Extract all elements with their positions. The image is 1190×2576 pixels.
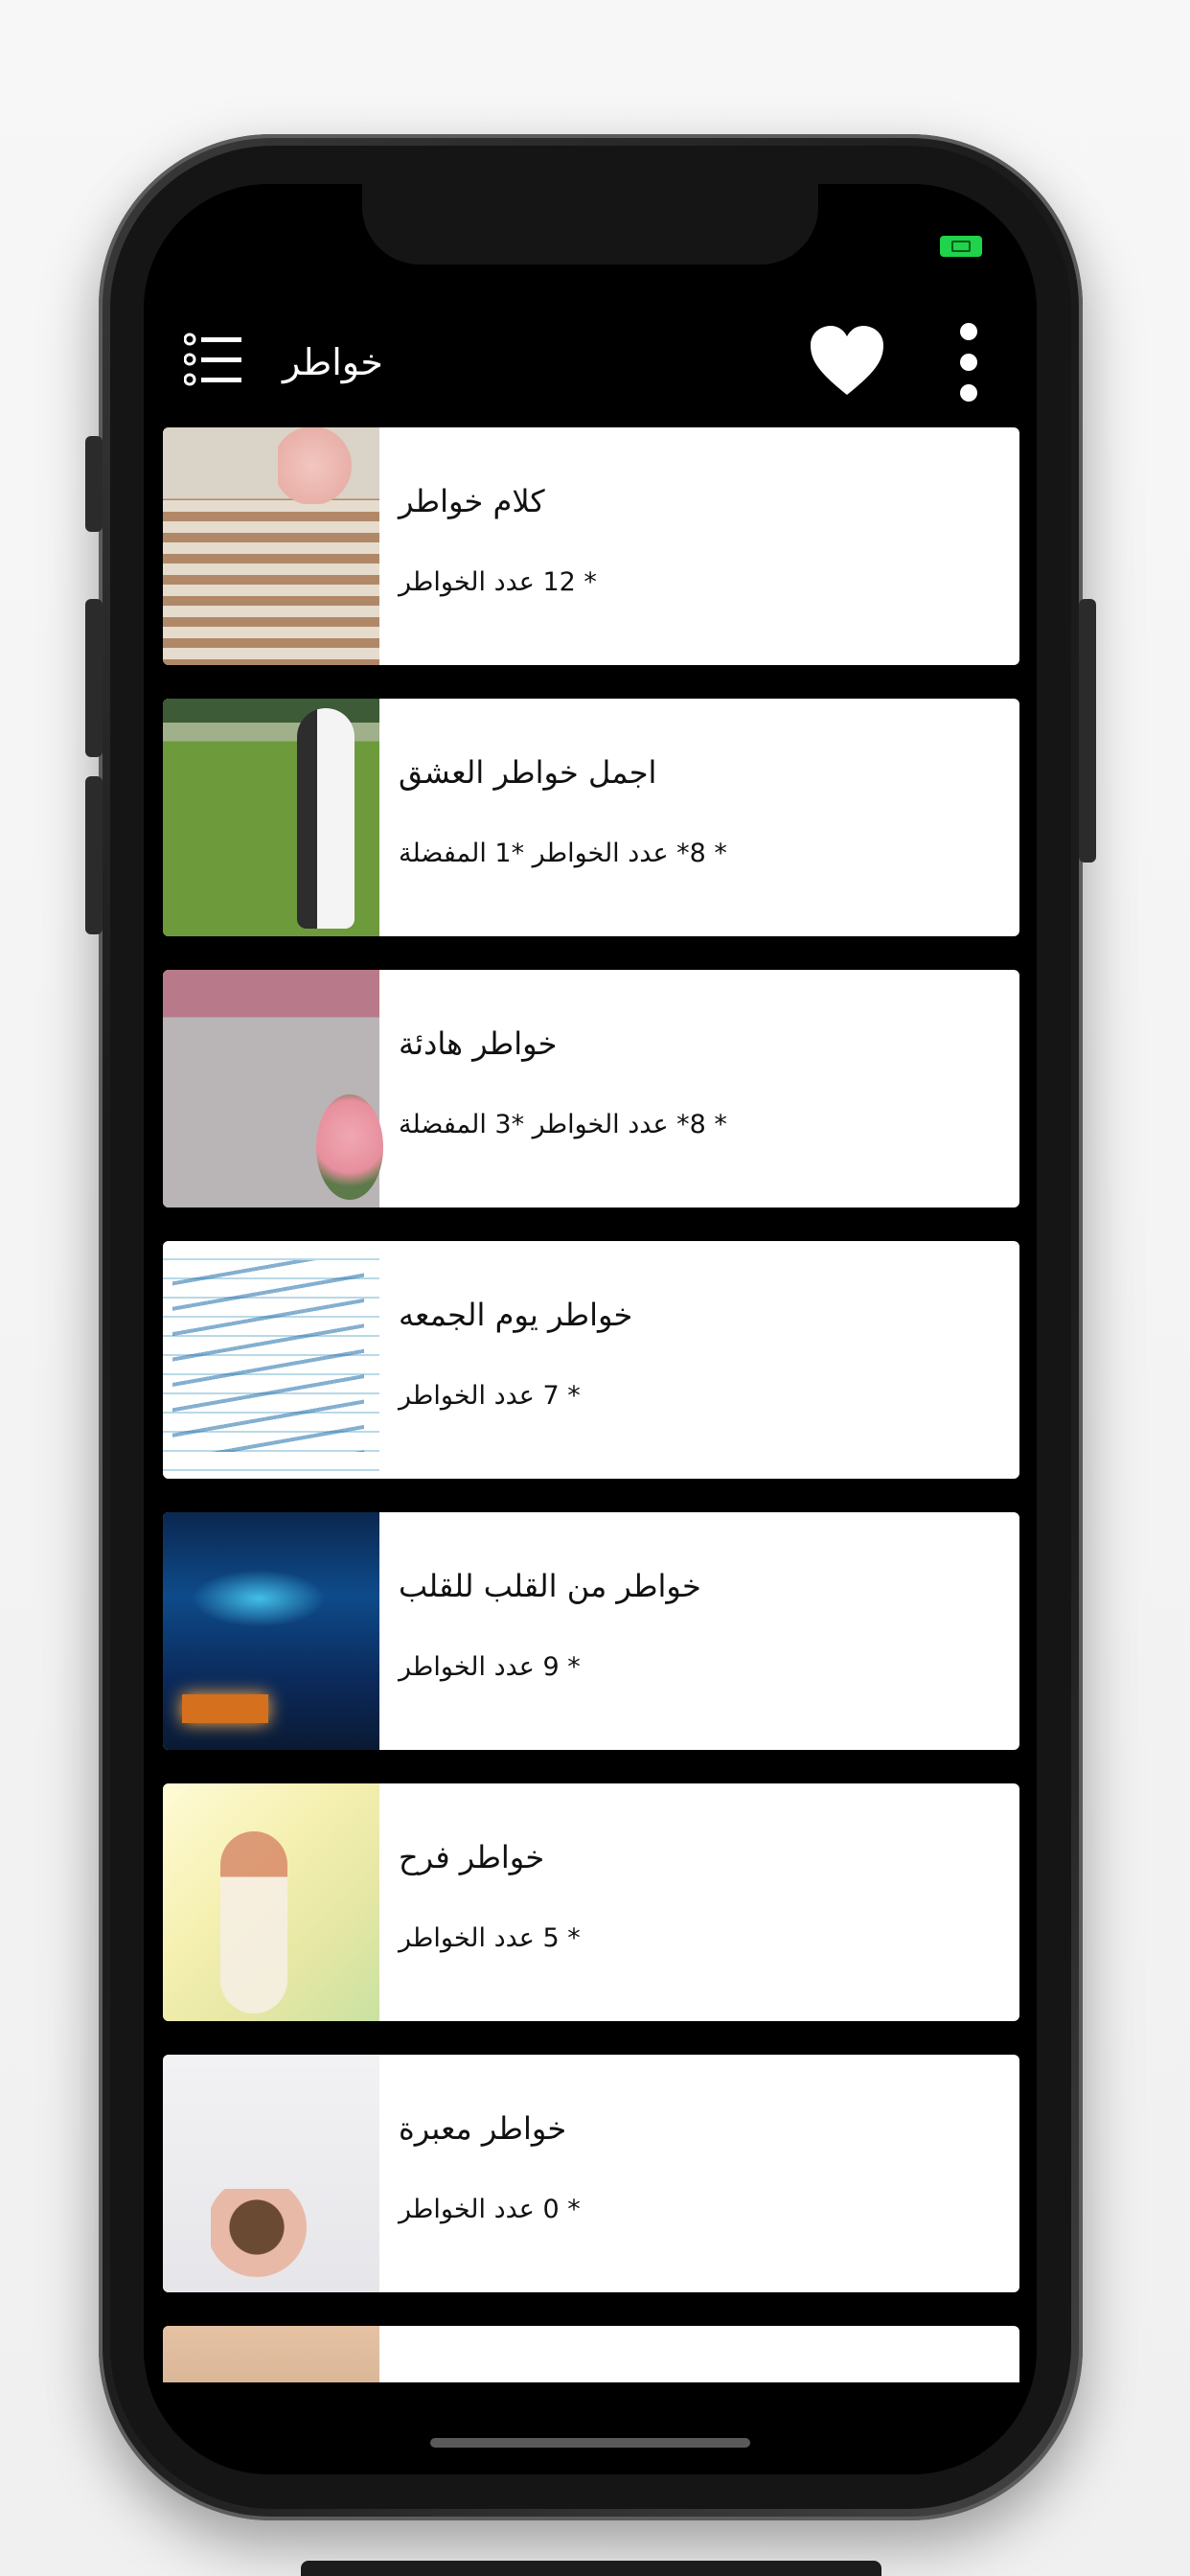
power-button xyxy=(1079,599,1096,862)
app-title: خواطر xyxy=(283,341,383,383)
category-title: كلام خواطر xyxy=(399,483,545,519)
category-thumbnail xyxy=(163,1241,379,1479)
category-card[interactable]: اجمل خواطر العشق * 8* عدد الخواطر *1 الم… xyxy=(163,699,1019,936)
category-title: خواطر هادئة xyxy=(399,1025,558,1062)
category-count: * 9 عدد الخواطر xyxy=(399,1652,581,1682)
home-indicator[interactable] xyxy=(430,2438,750,2448)
category-thumbnail xyxy=(163,2326,379,2382)
category-card[interactable]: خواطر من القلب للقلب * 9 عدد الخواطر xyxy=(163,1512,1019,1750)
app-bar: خواطر xyxy=(144,299,1037,424)
volume-up-button xyxy=(85,599,103,757)
category-title: اجمل خواطر العشق xyxy=(399,754,657,791)
category-thumbnail xyxy=(163,427,379,665)
category-title: خواطر من القلب للقلب xyxy=(399,1568,701,1604)
category-card-partial[interactable] xyxy=(163,2326,1019,2382)
category-card[interactable]: خواطر يوم الجمعه * 7 عدد الخواطر xyxy=(163,1241,1019,1479)
volume-down-button xyxy=(85,776,103,934)
category-count: * 8* عدد الخواطر *3 المفضلة xyxy=(399,1110,727,1139)
notch xyxy=(362,184,818,264)
category-count: * 5 عدد الخواطر xyxy=(399,1923,581,1953)
category-thumbnail xyxy=(163,699,379,936)
category-list: كلام خواطر * 12 عدد الخواطر اجمل خواطر ا… xyxy=(163,427,1019,2382)
next-device-edge xyxy=(301,2561,881,2576)
category-thumbnail xyxy=(163,2055,379,2292)
category-thumbnail xyxy=(163,1512,379,1750)
category-count: * 7 عدد الخواطر xyxy=(399,1381,581,1411)
category-title: خواطر يوم الجمعه xyxy=(399,1297,633,1333)
category-card[interactable]: خواطر معبرة * 0 عدد الخواطر xyxy=(163,2055,1019,2292)
category-count: * 0 عدد الخواطر xyxy=(399,2195,581,2224)
category-title: خواطر فرح xyxy=(399,1839,545,1875)
category-card[interactable]: خواطر فرح * 5 عدد الخواطر xyxy=(163,1783,1019,2021)
category-count: * 12 عدد الخواطر xyxy=(399,567,597,597)
screen: خواطر كلام خواطر * 12 عدد الخواطر اجمل خ… xyxy=(144,184,1037,2474)
device-mockup: خواطر كلام خواطر * 12 عدد الخواطر اجمل خ… xyxy=(0,0,1190,2576)
battery-icon xyxy=(940,236,982,257)
favorites-heart-icon[interactable] xyxy=(809,324,885,399)
list-menu-icon[interactable] xyxy=(183,330,243,389)
category-card[interactable]: خواطر هادئة * 8* عدد الخواطر *3 المفضلة xyxy=(163,970,1019,1208)
category-title: خواطر معبرة xyxy=(399,2110,567,2147)
category-card[interactable]: كلام خواطر * 12 عدد الخواطر xyxy=(163,427,1019,665)
category-count: * 8* عدد الخواطر *1 المفضلة xyxy=(399,839,727,868)
more-vert-icon[interactable] xyxy=(954,322,983,402)
mute-switch xyxy=(85,436,103,532)
category-thumbnail xyxy=(163,1783,379,2021)
category-thumbnail xyxy=(163,970,383,1208)
